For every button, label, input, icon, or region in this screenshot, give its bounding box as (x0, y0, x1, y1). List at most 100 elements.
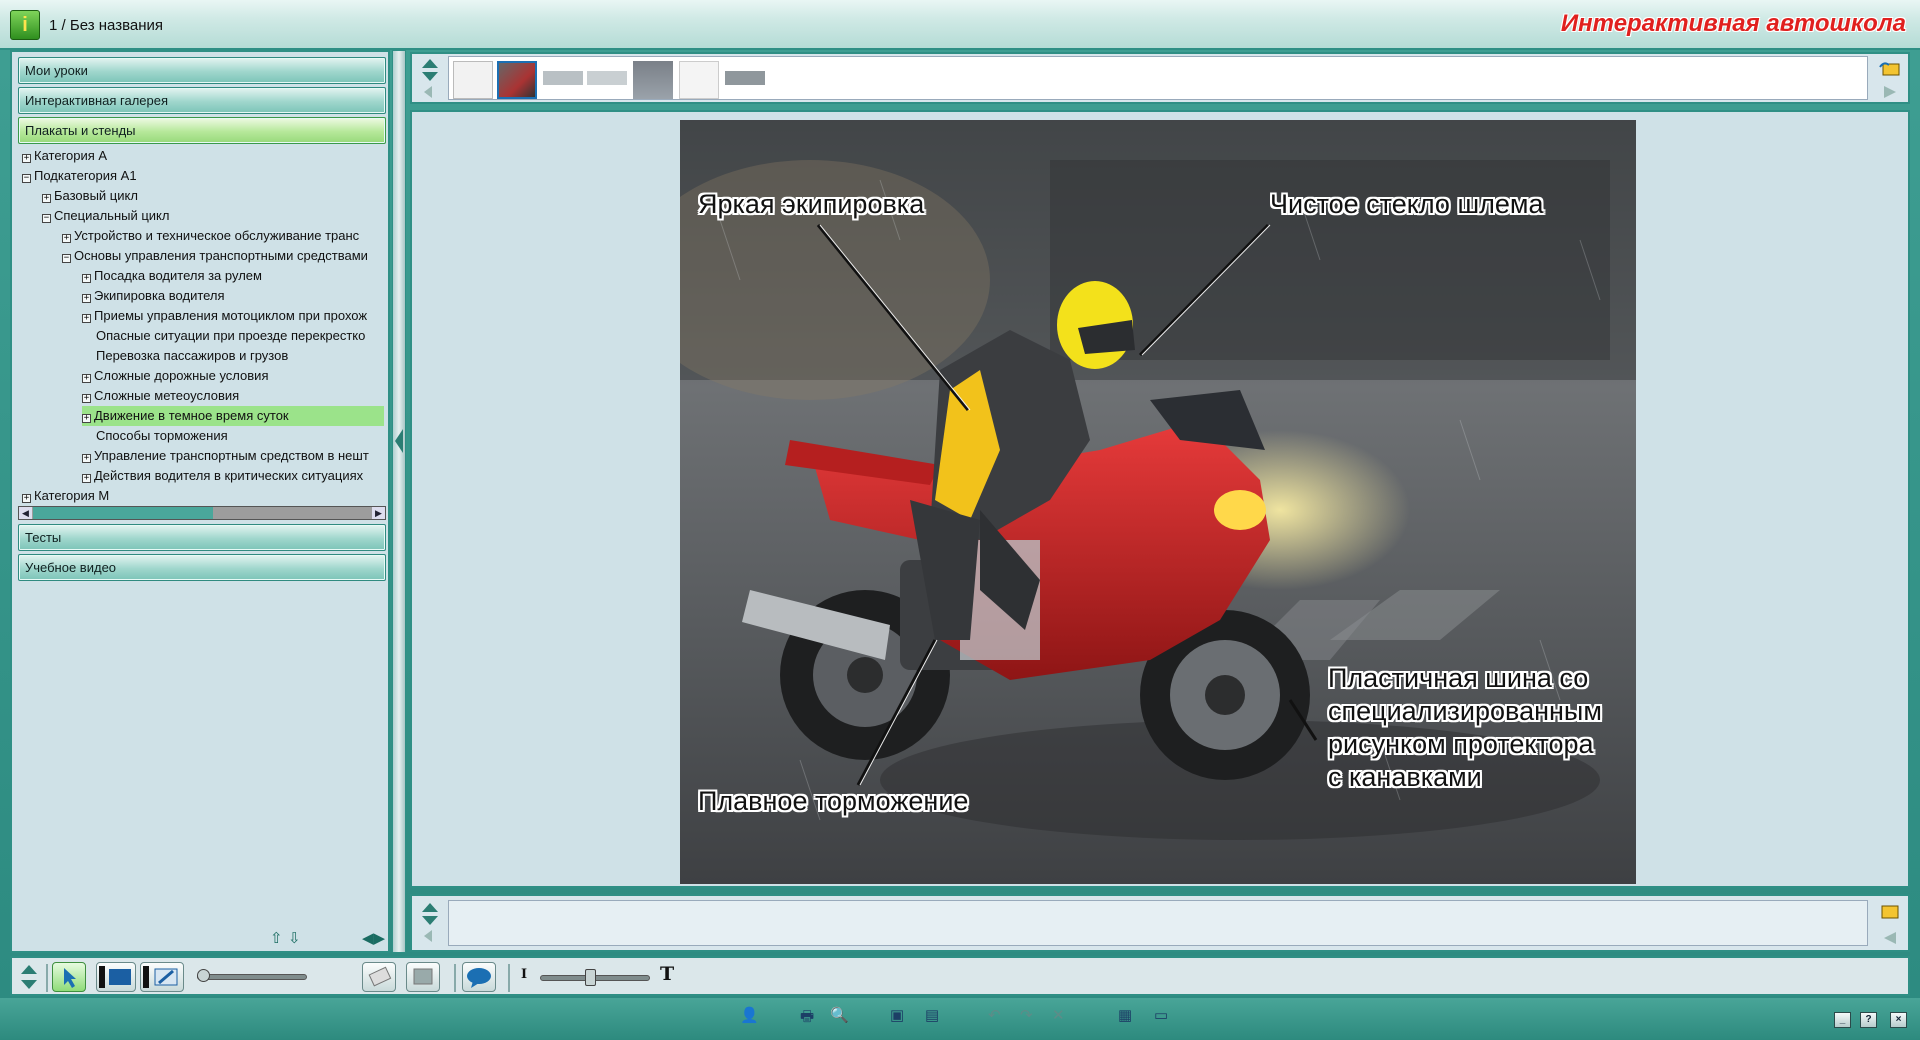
monitor-icon (99, 966, 131, 988)
tree-item[interactable]: − Подкатегория А1 (22, 166, 137, 186)
eraser-button[interactable] (362, 962, 396, 992)
tree-item[interactable]: − Специальный цикл (42, 206, 169, 226)
clear-icon (413, 968, 433, 985)
tree-item[interactable]: + Устройство и техническое обслуживание т… (62, 226, 359, 246)
collapse-panel-icon[interactable] (395, 429, 403, 453)
tree-item[interactable]: + Посадка водителя за рулем (82, 266, 262, 286)
expand-icon[interactable]: + (82, 414, 91, 423)
expand-icon[interactable]: + (42, 194, 51, 203)
app-logo-icon[interactable]: i (10, 10, 40, 40)
slide-thumbnail-active[interactable] (497, 61, 537, 99)
status-bar: 👤 🖶 🔍 ▣ ▤ ↶ ↷ ✕ ▦ ▭ _ ? × (0, 998, 1920, 1040)
callout-visor: Чистое стекло шлема (1270, 189, 1544, 219)
expand-icon[interactable]: + (82, 374, 91, 383)
redo-icon[interactable]: ↷ (1020, 1006, 1033, 1024)
minimize-button[interactable]: _ (1834, 1012, 1851, 1028)
expand-icon[interactable]: + (82, 394, 91, 403)
tree-item[interactable]: − Основы управления транспортными средств… (62, 246, 368, 266)
notes-tools-icon[interactable] (1876, 900, 1904, 948)
tree-item[interactable]: + Экипировка водителя (82, 286, 225, 306)
tree-horizontal-scrollbar[interactable]: ◀ ▶ (18, 506, 386, 520)
callout-equipment: Яркая экипировка (698, 189, 925, 219)
marker-tool-button[interactable] (140, 962, 184, 992)
screen-tool-button[interactable] (96, 962, 136, 992)
section-posters[interactable]: Плакаты и стенды (18, 117, 386, 144)
slide-tools-icon[interactable] (1876, 58, 1904, 100)
print-icon[interactable]: 🖶 (800, 1006, 814, 1031)
section-tests[interactable]: Тесты (18, 524, 386, 551)
delete-icon[interactable]: ✕ (1052, 1006, 1065, 1024)
tree-item[interactable]: + Управление транспортным средством в неш… (82, 446, 369, 466)
callout-tire-line2: специализированным (1328, 696, 1602, 726)
poster-image: Яркая экипировка Чистое стекло шлема Пла… (680, 120, 1636, 884)
zoom-icon[interactable]: 🔍 (830, 1006, 849, 1024)
user-icon[interactable]: 👤 (740, 1006, 759, 1024)
eraser-icon (368, 966, 392, 987)
expand-icon[interactable]: + (82, 294, 91, 303)
font-size-knob[interactable] (584, 969, 596, 986)
slide-thumbnail[interactable] (543, 71, 583, 85)
filmstrip-toggle[interactable] (416, 56, 444, 104)
separator (454, 964, 456, 992)
tree-item[interactable]: Опасные ситуации при проезде перекрестко (96, 326, 365, 346)
font-large-icon: T (660, 963, 675, 985)
panel-splitter[interactable] (392, 50, 406, 953)
import-icon[interactable]: ▤ (925, 1006, 939, 1024)
collapse-icon[interactable]: − (22, 174, 31, 183)
tree-item[interactable]: + Приемы управления мотоциклом при прохож (82, 306, 367, 326)
brush-size-slider[interactable] (197, 974, 307, 980)
expand-icon[interactable]: + (82, 314, 91, 323)
expand-icon[interactable]: + (62, 234, 71, 243)
up-down-arrows-icon[interactable] (416, 56, 444, 104)
tree-item[interactable]: Способы торможения (96, 426, 228, 446)
collapse-icon[interactable]: − (42, 214, 51, 223)
drawing-toolbar: I T (10, 956, 1910, 996)
section-my-lessons[interactable]: Мои уроки (18, 57, 386, 84)
clear-button[interactable] (406, 962, 440, 992)
slide-thumbnail[interactable] (453, 61, 493, 99)
callout-tire-line3: рисунком протектора (1328, 729, 1594, 759)
pointer-tool-button[interactable] (52, 962, 86, 992)
section-training-video[interactable]: Учебное видео (18, 554, 386, 581)
expand-icon[interactable]: + (82, 274, 91, 283)
callout-tire-line4: с канавками (1328, 762, 1482, 792)
layout-icon[interactable]: ▦ (1118, 1006, 1132, 1024)
scroll-left-icon[interactable]: ◀ (19, 507, 32, 519)
panel-nav-icon[interactable]: ◀▶ (362, 929, 385, 947)
tree-item-selected[interactable]: + Движение в темное время суток (82, 406, 384, 426)
slide-thumbnail[interactable] (725, 71, 765, 85)
slide-thumbnail[interactable] (633, 61, 673, 99)
tree-item[interactable]: Перевозка пассажиров и грузов (96, 346, 288, 366)
move-up-icon[interactable]: ⇧ (270, 929, 283, 947)
window-icon[interactable]: ▭ (1154, 1006, 1168, 1024)
speech-bubble-icon (467, 968, 491, 988)
expand-icon[interactable]: + (82, 474, 91, 483)
scroll-right-icon[interactable]: ▶ (372, 507, 385, 519)
notes-text-area[interactable] (448, 900, 1868, 946)
section-interactive-gallery[interactable]: Интерактивная галерея (18, 87, 386, 114)
export-icon[interactable]: ▣ (890, 1006, 904, 1024)
expand-icon[interactable]: + (22, 494, 31, 503)
collapse-icon[interactable]: − (62, 254, 71, 263)
expand-icon[interactable]: + (82, 454, 91, 463)
thumbnail-strip (448, 56, 1868, 100)
tree-item[interactable]: + Действия водителя в критических ситуаци… (82, 466, 363, 486)
undo-icon[interactable]: ↶ (988, 1006, 1001, 1024)
close-button[interactable]: × (1890, 1012, 1907, 1028)
tree-item[interactable]: + Сложные дорожные условия (82, 366, 268, 386)
slide-thumbnail[interactable] (679, 61, 719, 99)
move-down-icon[interactable]: ⇩ (288, 929, 301, 947)
notes-toggle-icon[interactable] (416, 900, 444, 948)
toolbar-toggle-icon[interactable] (18, 962, 40, 994)
tree-item[interactable]: + Базовый цикл (42, 186, 138, 206)
tree-item[interactable]: + Категория А (22, 146, 107, 166)
callout-braking: Плавное торможение (698, 786, 969, 816)
help-button[interactable]: ? (1860, 1012, 1877, 1028)
tree-item[interactable]: + Сложные метеоусловия (82, 386, 239, 406)
slide-thumbnail[interactable] (587, 71, 627, 85)
tree-item[interactable]: + Категория М (22, 486, 109, 506)
brush-size-knob[interactable] (196, 969, 210, 982)
scroll-thumb[interactable] (33, 507, 213, 519)
expand-icon[interactable]: + (22, 154, 31, 163)
comment-button[interactable] (462, 962, 496, 992)
